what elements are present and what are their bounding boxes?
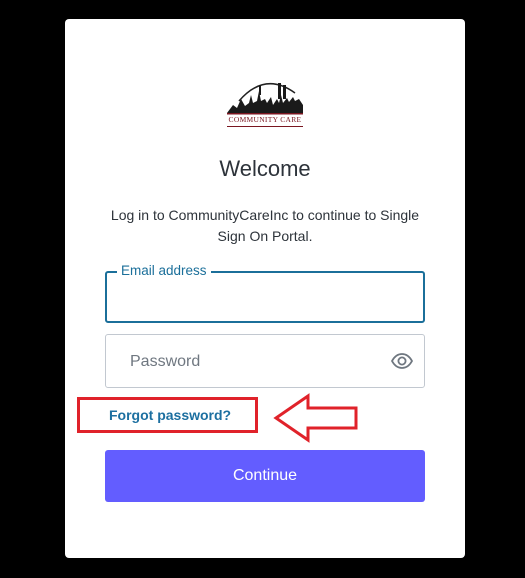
forgot-password-link[interactable]: Forgot password? xyxy=(109,407,231,423)
continue-button[interactable]: Continue xyxy=(105,450,425,502)
page-subtitle: Log in to CommunityCareInc to continue t… xyxy=(110,207,420,244)
password-field[interactable] xyxy=(105,334,425,388)
password-input[interactable] xyxy=(128,349,382,375)
left-arrow-outline-icon xyxy=(273,393,358,443)
community-care-logo: COMMUNITY CARE xyxy=(223,75,307,129)
login-card: COMMUNITY CARE Welcome Log in to Communi… xyxy=(65,19,465,558)
email-field[interactable]: Email address xyxy=(105,263,425,323)
eye-icon[interactable] xyxy=(390,349,414,373)
email-field-label: Email address xyxy=(117,263,211,279)
logo-wordmark: COMMUNITY CARE xyxy=(228,115,302,124)
email-input[interactable] xyxy=(121,285,415,311)
page-title: Welcome xyxy=(219,156,311,181)
